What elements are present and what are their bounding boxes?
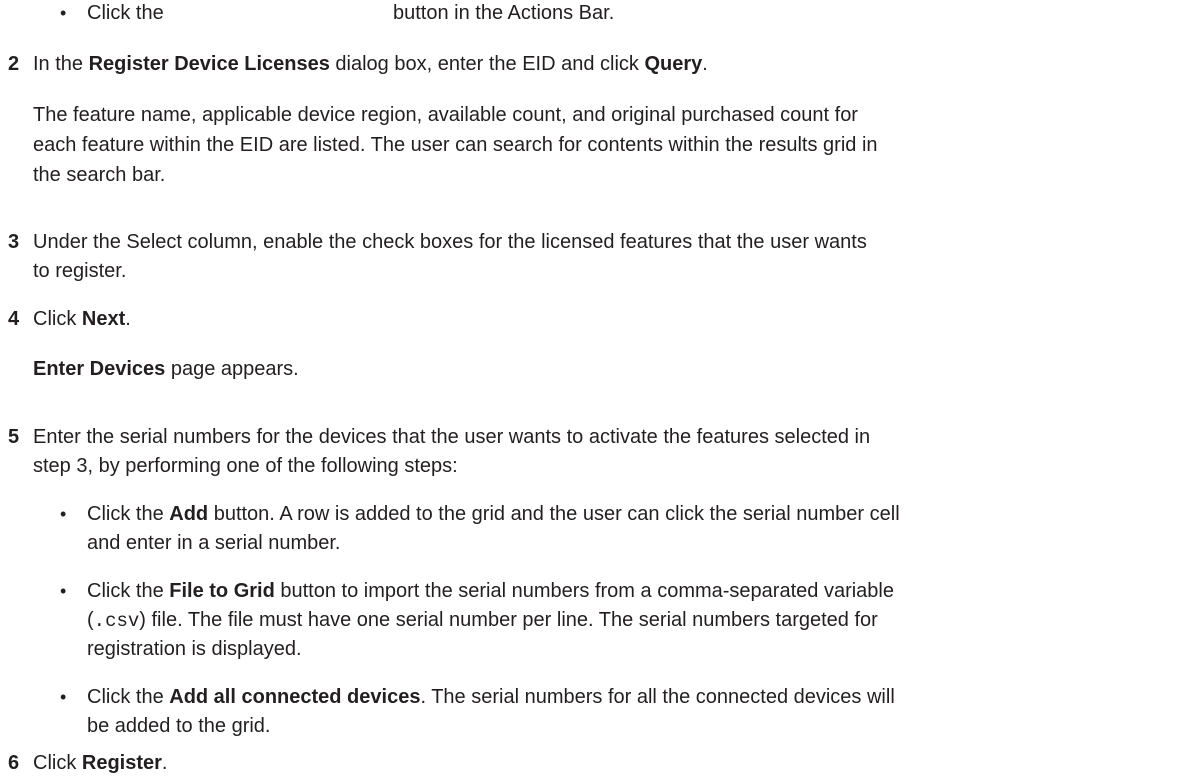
step-4-result: Enter Devices page appears. [33, 358, 299, 380]
bullet-marker: • [60, 581, 67, 601]
step-2-note-line: the search bar. [33, 164, 166, 186]
bullet-add-all-line: be added to the grid. [87, 715, 271, 737]
step-5-line: Enter the serial numbers for the devices… [33, 426, 871, 448]
page-name: Enter Devices [33, 358, 166, 380]
step-3-line: Under the Select column, enable the chec… [33, 231, 867, 253]
step-6-text: Click Register. [33, 752, 168, 774]
step-number: 2 [8, 53, 20, 75]
step-2-note-line: The feature name, applicable device regi… [33, 104, 858, 126]
bullet-file-to-grid-line: (.csv) file. The file must have one seri… [87, 609, 878, 632]
step-2-note-line: each feature within the EID are listed. … [33, 134, 878, 156]
dialog-name: Register Device Licenses [88, 53, 330, 75]
bullet-file-to-grid-line: registration is displayed. [87, 638, 302, 660]
bullet-marker: • [60, 3, 67, 23]
step-2-text: In the Register Device Licenses dialog b… [33, 53, 708, 75]
step-number: 3 [8, 231, 20, 253]
step-number: 4 [8, 308, 20, 330]
bullet-marker: • [60, 504, 67, 524]
query-label: Query [644, 53, 703, 75]
step-3-line: to register. [33, 260, 127, 282]
bullet-add-line: and enter in a serial number. [87, 532, 341, 554]
step-number: 5 [8, 426, 20, 448]
bullet-add-line: Click the Add button. A row is added to … [87, 503, 900, 525]
add-all-connected-label: Add all connected devices [169, 686, 421, 708]
csv-extension: .csv [93, 610, 140, 632]
step-4-text: Click Next. [33, 308, 131, 330]
step-5-line: step 3, by performing one of the followi… [33, 455, 458, 477]
bullet-file-to-grid-line: Click the File to Grid button to import … [87, 580, 894, 602]
top-bullet-text-post: button in the Actions Bar. [393, 2, 615, 24]
register-label: Register [81, 752, 162, 774]
add-label: Add [169, 503, 209, 525]
file-to-grid-label: File to Grid [169, 580, 275, 602]
next-label: Next [81, 308, 126, 330]
bullet-add-all-line: Click the Add all connected devices. The… [87, 686, 895, 708]
step-number: 6 [8, 752, 20, 774]
top-bullet-text-pre: Click the [87, 2, 164, 24]
bullet-marker: • [60, 687, 67, 707]
